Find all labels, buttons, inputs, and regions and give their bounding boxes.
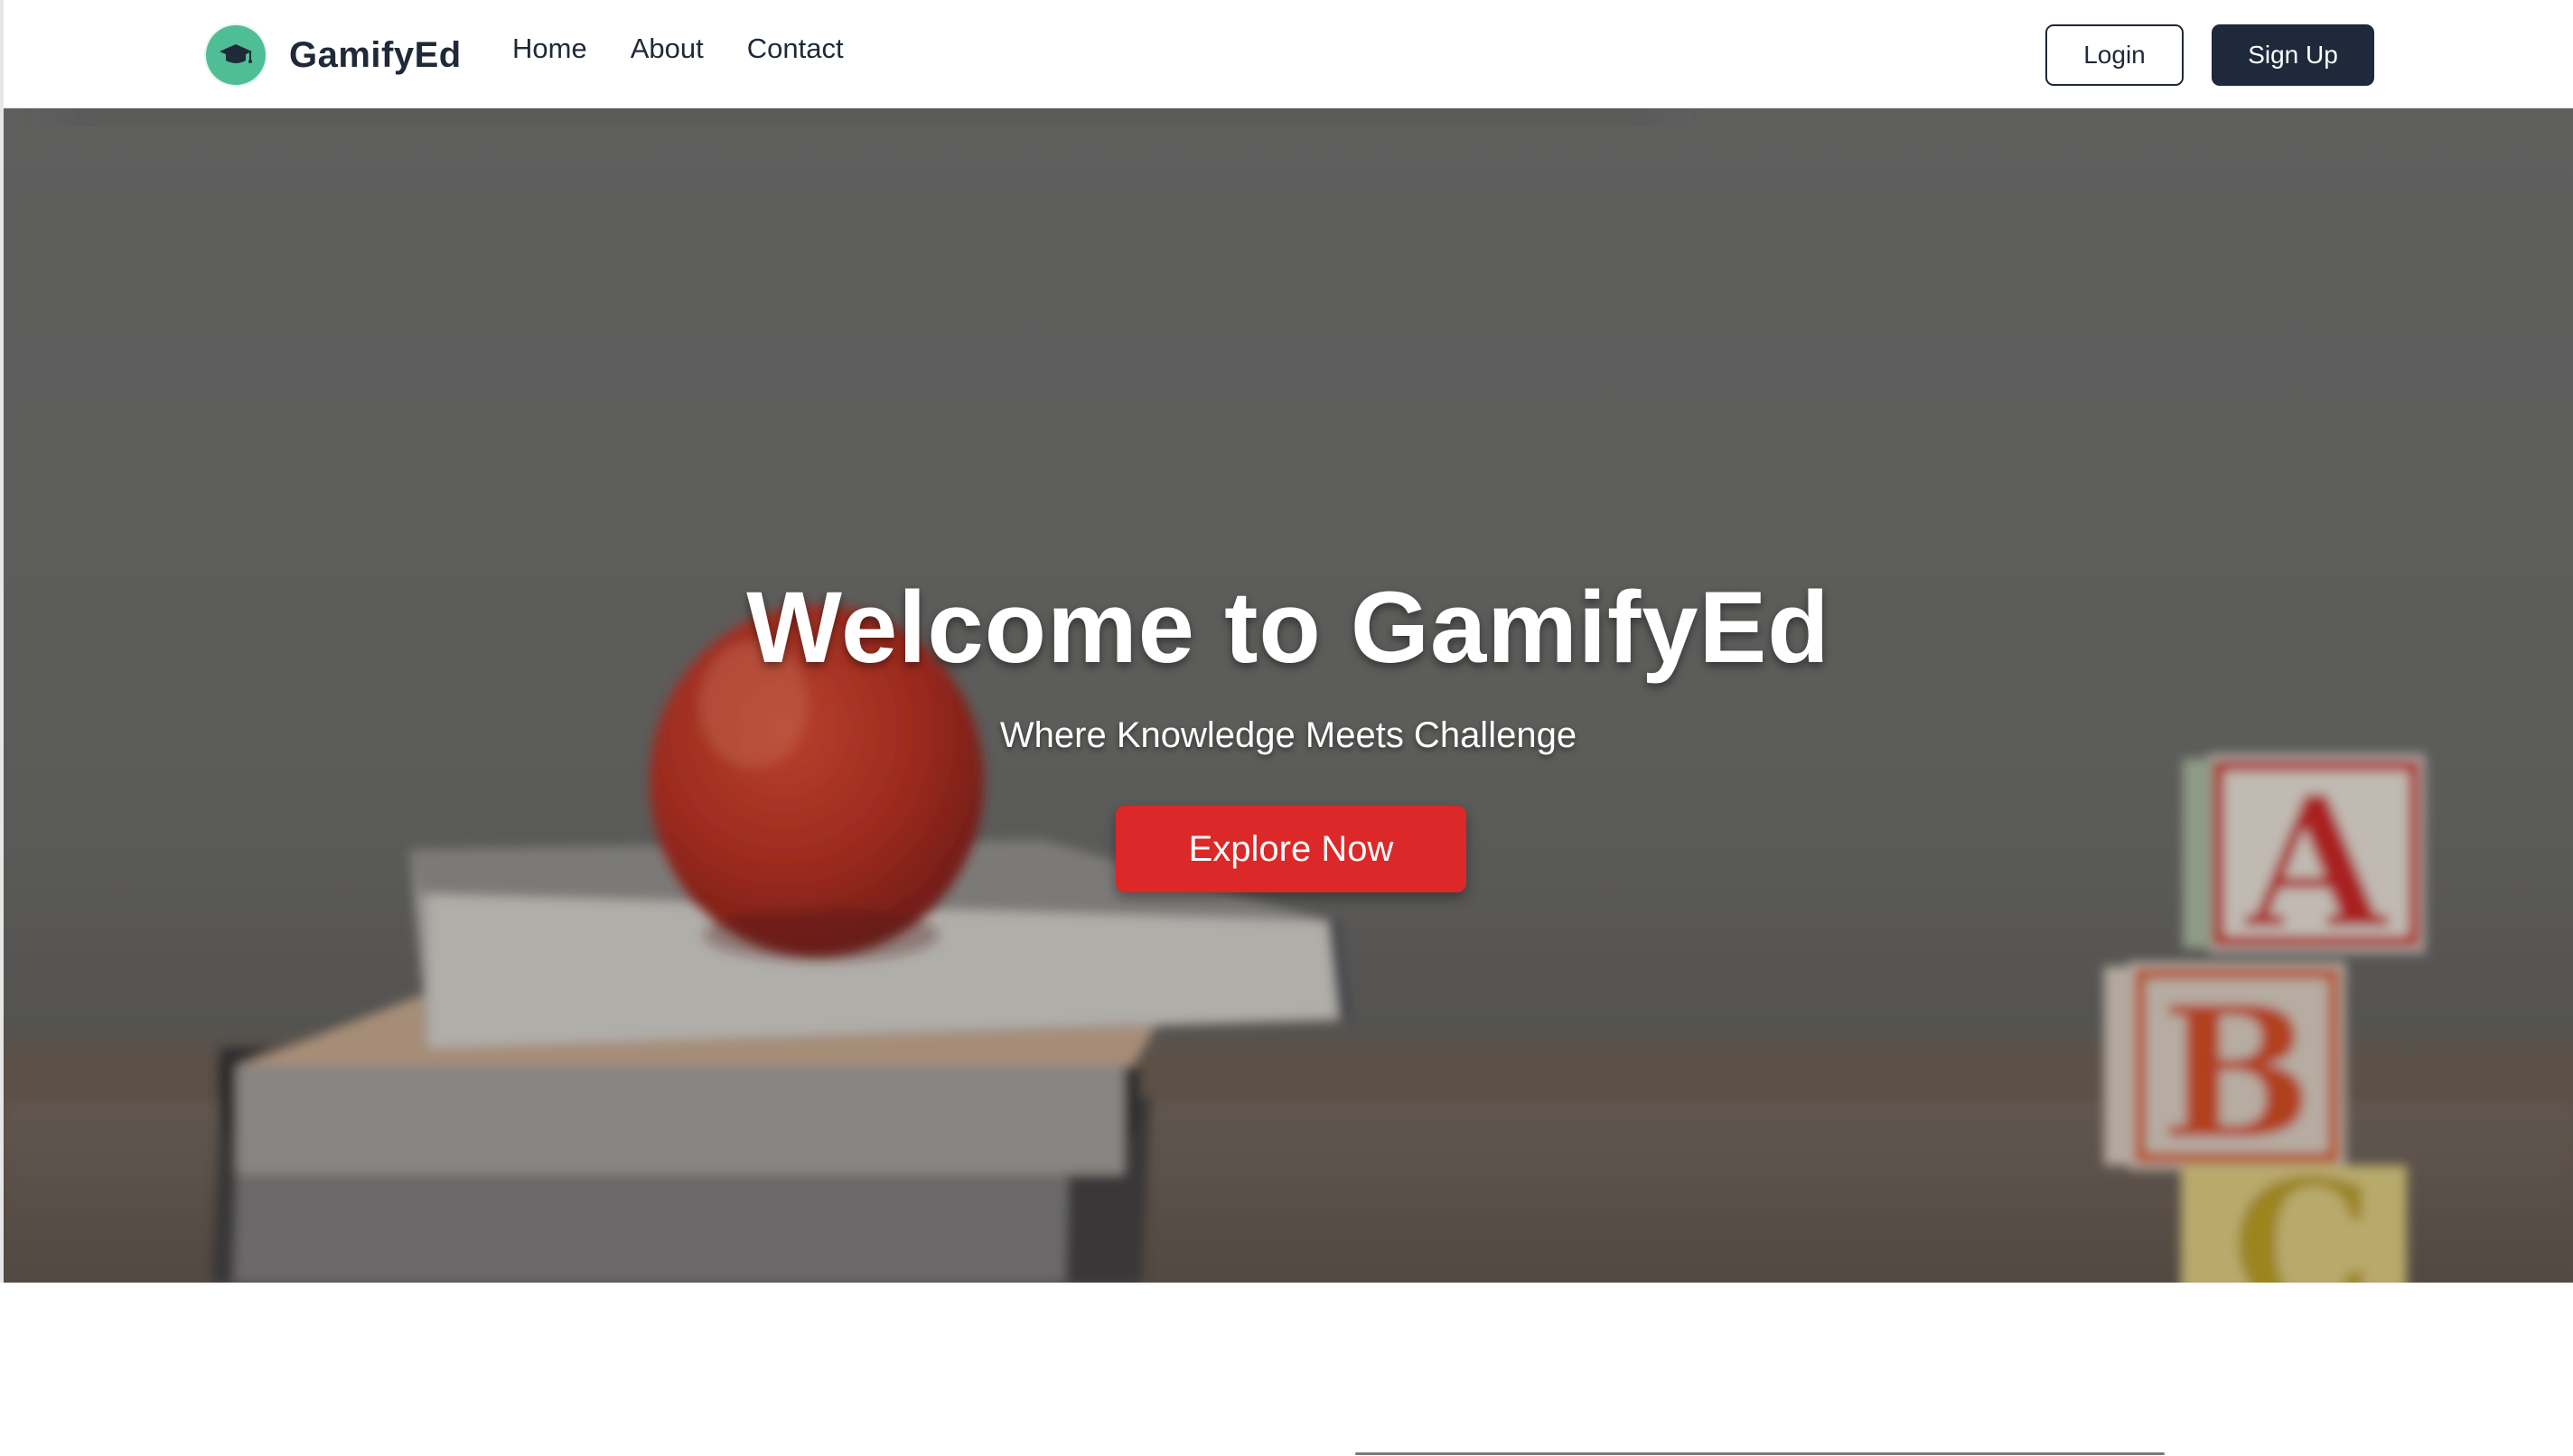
signup-button[interactable]: Sign Up [2212, 24, 2374, 86]
login-button[interactable]: Login [2045, 24, 2184, 86]
nav-about-link[interactable]: About [631, 33, 704, 65]
hero-content: Welcome to GamifyEd Where Knowledge Meet… [4, 108, 2573, 1283]
landing-page: GamifyEd Home About Contact Login Sign U… [0, 0, 2573, 1456]
section-divider [1355, 1452, 2165, 1455]
nav-home-link[interactable]: Home [512, 33, 587, 65]
hero-section: A B C Welcome to GamifyEd Where Knowledg… [4, 108, 2573, 1283]
nav-links: Home About Contact [512, 33, 844, 65]
graduation-cap-icon [206, 25, 266, 85]
brand-name: GamifyEd [289, 34, 462, 75]
hero-title: Welcome to GamifyEd [746, 571, 1830, 684]
nav-contact-link[interactable]: Contact [747, 33, 844, 65]
brand-link[interactable]: GamifyEd [206, 25, 462, 85]
navbar: GamifyEd Home About Contact Login Sign U… [4, 0, 2573, 108]
hero-subtitle: Where Knowledge Meets Challenge [999, 715, 1577, 755]
explore-now-button[interactable]: Explore Now [1116, 806, 1466, 892]
